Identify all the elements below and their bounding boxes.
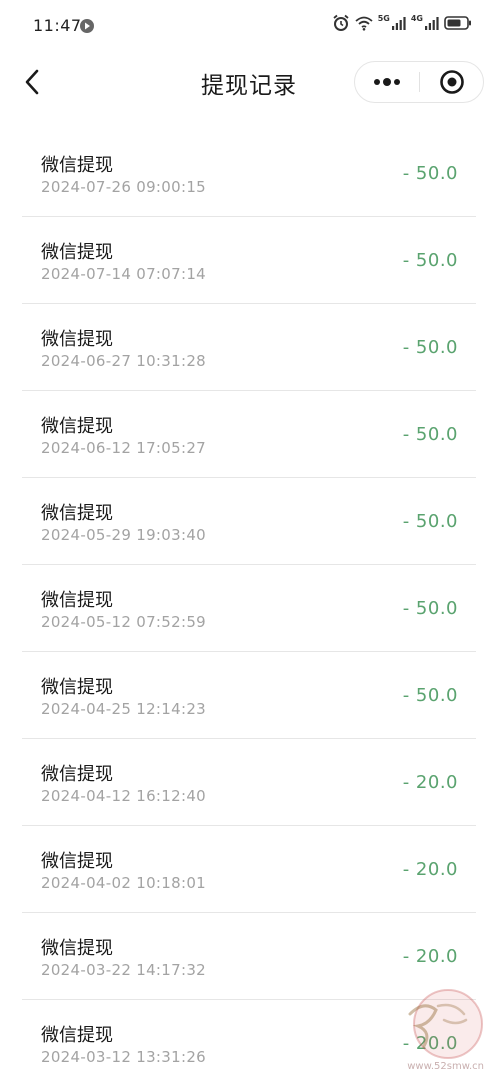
record-time: 2024-06-12 17:05:27 <box>41 439 207 457</box>
wifi-icon <box>355 16 373 31</box>
more-dots-icon <box>374 78 400 86</box>
record-title: 微信提现 <box>41 590 113 611</box>
record-time: 2024-05-12 07:52:59 <box>41 613 207 631</box>
target-close-icon <box>440 70 464 94</box>
record-row[interactable]: 微信提现 2024-06-27 10:31:28 - 50.0 <box>22 304 476 391</box>
record-time: 2024-06-27 10:31:28 <box>41 352 207 370</box>
record-row[interactable]: 微信提现 2024-05-29 19:03:40 - 50.0 <box>22 478 476 565</box>
record-amount: - 50.0 <box>402 250 458 271</box>
record-time: 2024-03-12 13:31:26 <box>41 1048 207 1066</box>
alarm-icon <box>333 14 349 31</box>
status-time: 11:47 <box>33 16 82 35</box>
record-time: 2024-05-29 19:03:40 <box>41 526 207 544</box>
record-row[interactable]: 微信提现 2024-07-26 09:00:15 - 50.0 <box>22 130 476 217</box>
record-row[interactable]: 微信提现 2024-05-12 07:52:59 - 50.0 <box>22 565 476 652</box>
navbar: 提现记录 <box>0 52 498 114</box>
record-amount: - 50.0 <box>402 511 458 532</box>
record-amount: - 50.0 <box>402 424 458 445</box>
record-time: 2024-03-22 14:17:32 <box>41 961 207 979</box>
withdrawal-record-list: 微信提现 2024-07-26 09:00:15 - 50.0 微信提现 202… <box>0 130 498 1080</box>
page: 11:47 5G 4G 提现记录 微信提现 2024-07-26 09:00:1… <box>0 0 498 1080</box>
record-title: 微信提现 <box>41 416 113 437</box>
network-5g-label: 5G <box>377 14 390 23</box>
record-title: 微信提现 <box>41 329 113 350</box>
notification-icon <box>80 19 94 33</box>
record-amount: - 50.0 <box>402 685 458 706</box>
network-4g-label: 4G <box>410 14 423 23</box>
record-amount: - 50.0 <box>402 163 458 184</box>
signal-icon-5g <box>391 17 406 30</box>
record-amount: - 20.0 <box>402 859 458 880</box>
record-title: 微信提现 <box>41 242 113 263</box>
battery-icon <box>444 16 471 30</box>
record-amount: - 50.0 <box>402 337 458 358</box>
status-icons: 5G 4G <box>332 14 472 32</box>
record-title: 微信提现 <box>41 677 113 698</box>
miniprogram-capsule <box>354 61 484 103</box>
record-title: 微信提现 <box>41 155 113 176</box>
record-amount: - 50.0 <box>402 598 458 619</box>
record-title: 微信提现 <box>41 938 113 959</box>
record-time: 2024-04-25 12:14:23 <box>41 700 207 718</box>
record-title: 微信提现 <box>41 851 113 872</box>
close-button[interactable] <box>420 62 484 102</box>
watermark-seal-icon <box>408 989 483 1059</box>
record-row[interactable]: 微信提现 2024-07-14 07:07:14 - 50.0 <box>22 217 476 304</box>
more-button[interactable] <box>355 62 419 102</box>
record-row[interactable]: 微信提现 2024-04-12 16:12:40 - 20.0 <box>22 739 476 826</box>
status-bar: 11:47 5G 4G <box>0 0 498 52</box>
record-amount: - 20.0 <box>402 946 458 967</box>
record-title: 微信提现 <box>41 764 113 785</box>
record-time: 2024-04-02 10:18:01 <box>41 874 207 892</box>
record-row[interactable]: 微信提现 2024-04-02 10:18:01 - 20.0 <box>22 826 476 913</box>
record-time: 2024-07-14 07:07:14 <box>41 265 207 283</box>
record-title: 微信提现 <box>41 1025 113 1046</box>
signal-icon-4g <box>425 17 439 30</box>
record-row[interactable]: 微信提现 2024-06-12 17:05:27 - 50.0 <box>22 391 476 478</box>
record-time: 2024-07-26 09:00:15 <box>41 178 207 196</box>
watermark-text: www.52smw.cn <box>407 1061 484 1072</box>
record-row[interactable]: 微信提现 2024-04-25 12:14:23 - 50.0 <box>22 652 476 739</box>
record-title: 微信提现 <box>41 503 113 524</box>
record-time: 2024-04-12 16:12:40 <box>41 787 207 805</box>
record-amount: - 20.0 <box>402 772 458 793</box>
